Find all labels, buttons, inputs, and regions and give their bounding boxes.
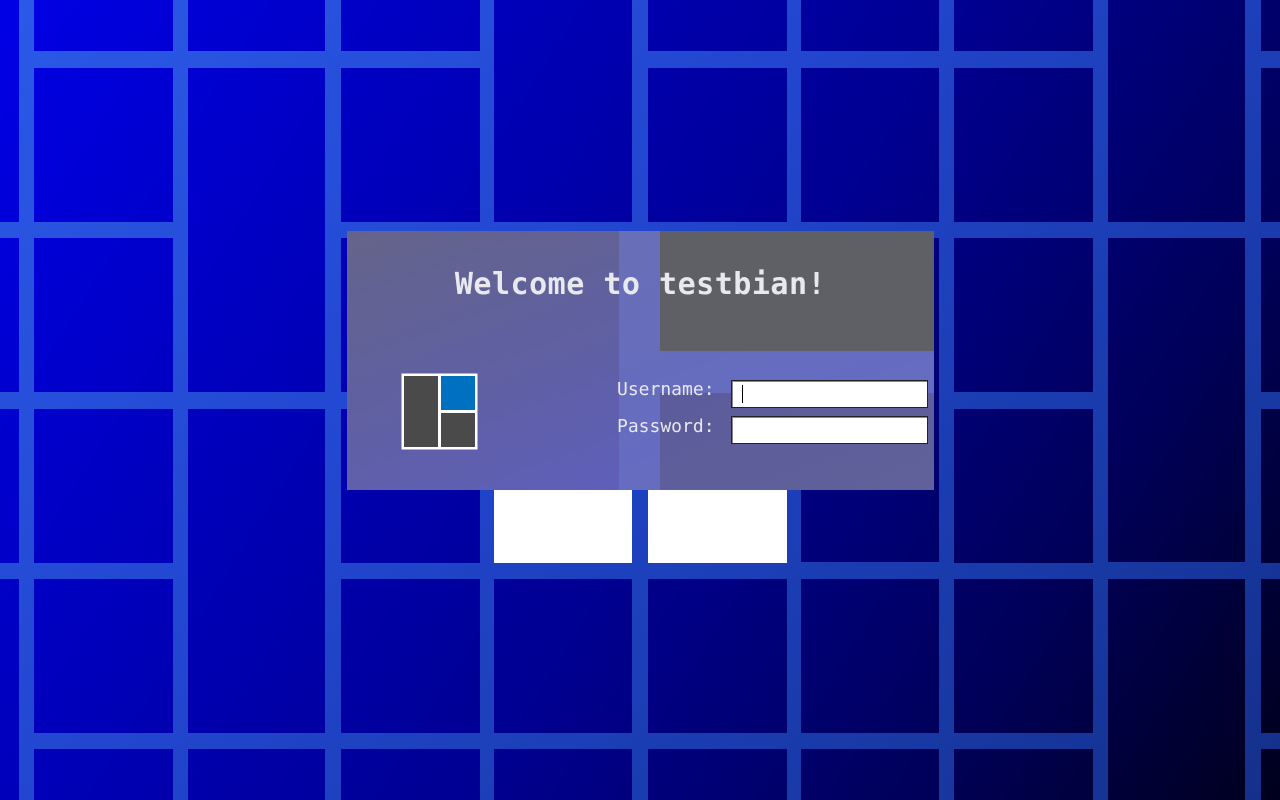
background-white-tile [494, 490, 632, 563]
window-manager-logo-icon [401, 373, 478, 450]
background-white-tile [648, 490, 787, 563]
username-label: Username: [617, 379, 715, 400]
login-dialog: Welcome to testbian! Username: Password: [347, 231, 934, 490]
welcome-title: Welcome to testbian! [454, 267, 827, 302]
username-field[interactable] [731, 380, 928, 408]
password-label: Password: [617, 416, 715, 437]
password-field[interactable] [731, 416, 928, 444]
text-cursor [742, 385, 743, 403]
